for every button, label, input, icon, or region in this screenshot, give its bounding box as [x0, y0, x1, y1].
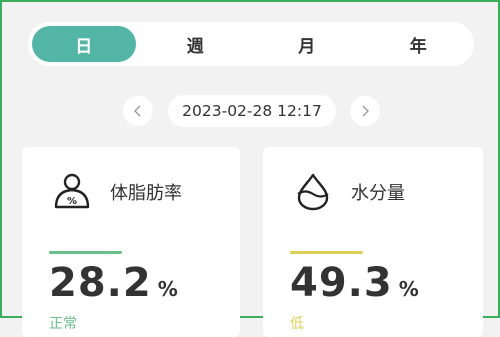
chevron-left-icon	[134, 105, 141, 117]
metric-value: 49.3%	[290, 260, 419, 306]
body-fat-person-icon: %	[54, 173, 90, 209]
body-fat-card[interactable]: % 体脂肪率 28.2% 正常	[22, 147, 240, 337]
water-drop-icon	[297, 173, 329, 211]
status-bar	[49, 251, 122, 254]
period-tabs: 日 週 月 年	[28, 22, 474, 66]
water-content-card[interactable]: 水分量 49.3% 低	[263, 147, 483, 337]
tab-month[interactable]: 月	[255, 26, 359, 62]
svg-text:%: %	[67, 196, 77, 207]
status-bar	[290, 251, 363, 254]
card-title: 水分量	[351, 183, 405, 204]
tab-year[interactable]: 年	[367, 26, 471, 62]
metric-value: 28.2%	[49, 260, 178, 306]
status-label: 低	[290, 316, 304, 332]
tab-day[interactable]: 日	[32, 26, 136, 62]
date-display[interactable]: 2023-02-28 12:17	[168, 95, 336, 127]
card-title: 体脂肪率	[110, 183, 182, 204]
next-date-button[interactable]	[350, 96, 380, 126]
previous-date-button[interactable]	[123, 96, 153, 126]
status-label: 正常	[49, 316, 77, 332]
chevron-right-icon	[362, 105, 369, 117]
tab-week[interactable]: 週	[144, 26, 248, 62]
date-selector: 2023-02-28 12:17	[2, 94, 500, 130]
